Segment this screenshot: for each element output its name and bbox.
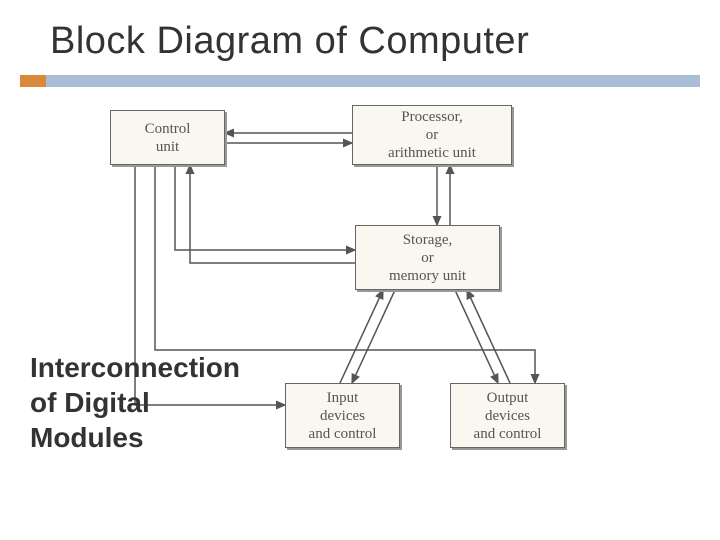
block-storage: Storage,ormemory unit [355, 225, 500, 290]
block-label: Controlunit [145, 120, 191, 156]
block-output: Outputdevicesand control [450, 383, 565, 448]
block-label: Outputdevicesand control [474, 389, 542, 443]
divider [0, 75, 720, 87]
page-title: Block Diagram of Computer [0, 0, 720, 75]
block-label: Processor,orarithmetic unit [388, 108, 476, 162]
block-processor: Processor,orarithmetic unit [352, 105, 512, 165]
block-label: Inputdevicesand control [309, 389, 377, 443]
subtitle: Interconnection of Digital Modules [30, 350, 270, 455]
block-control-unit: Controlunit [110, 110, 225, 165]
block-label: Storage,ormemory unit [389, 231, 466, 285]
block-input: Inputdevicesand control [285, 383, 400, 448]
diagram-area: Controlunit Processor,orarithmetic unit … [0, 95, 720, 535]
